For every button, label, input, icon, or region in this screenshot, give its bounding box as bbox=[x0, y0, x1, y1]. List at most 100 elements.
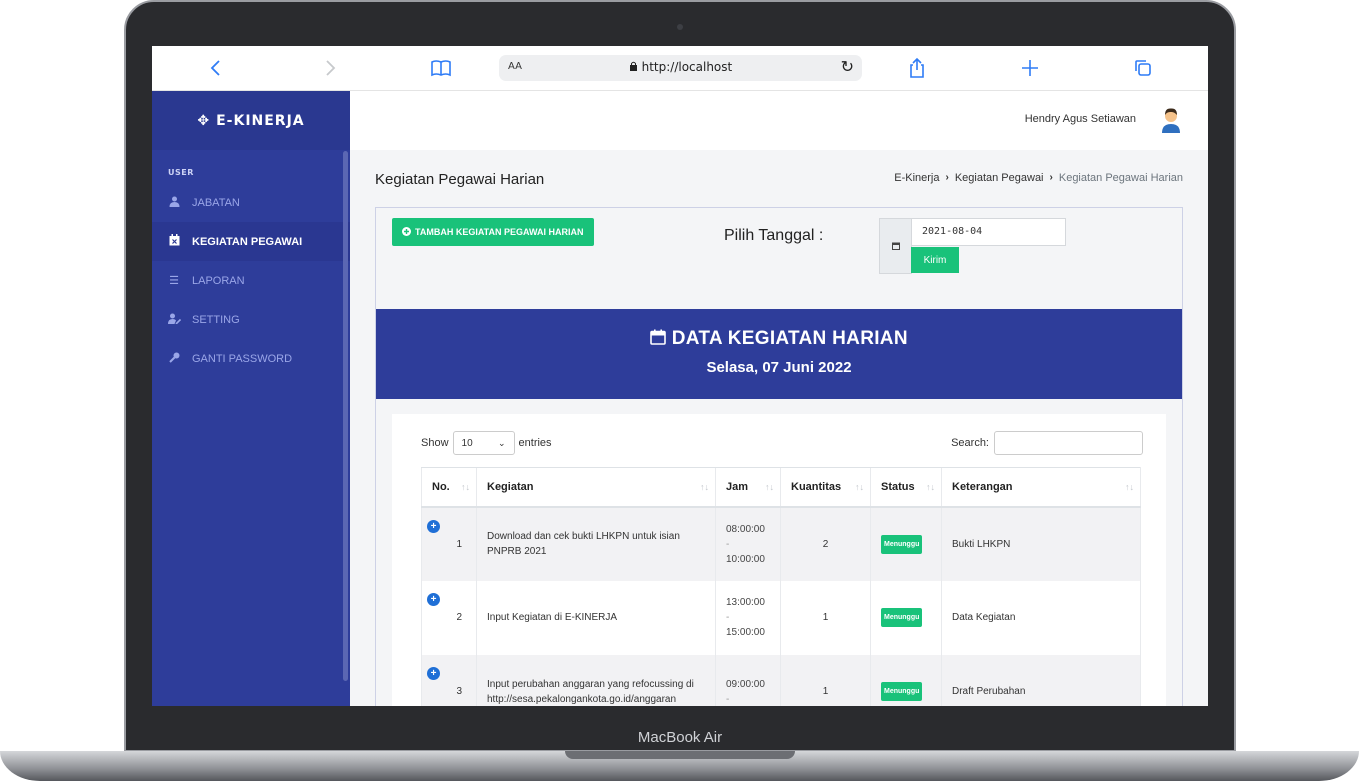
cell-keterangan: Draft Perubahan bbox=[941, 654, 1141, 706]
sidebar-item-label: KEGIATAN PEGAWAI bbox=[192, 235, 303, 248]
list-check-icon: ☰ bbox=[169, 275, 179, 287]
status-badge: Menunggu bbox=[881, 534, 923, 554]
cell-jam: 08:00:00 - 10:00:00 bbox=[715, 506, 781, 581]
sort-icon: ↑↓ bbox=[700, 482, 709, 492]
share-icon[interactable] bbox=[905, 56, 929, 80]
column-header-status[interactable]: Status ↑↓ bbox=[870, 467, 942, 508]
sort-icon: ↑↓ bbox=[855, 482, 864, 492]
column-header-kuantitas[interactable]: Kuantitas ↑↓ bbox=[780, 467, 871, 508]
table-panel: Show 10 ⌄ entries Search: No. ↑↓ Kegiatan… bbox=[392, 414, 1166, 706]
entries-select[interactable]: 10 ⌄ bbox=[452, 431, 515, 455]
sidebar-item-laporan[interactable]: ☰ LAPORAN bbox=[152, 261, 350, 300]
plus-circle-icon bbox=[402, 226, 411, 238]
activity-table: No. ↑↓ Kegiatan ↑↓ Jam ↑↓ Kuantitas ↑↓ Statu… bbox=[421, 467, 1141, 706]
sidebar-item-label: SETTING bbox=[192, 313, 240, 326]
date-picker: 2021-08-04 Kirim bbox=[879, 218, 1066, 274]
table-header-row: No. ↑↓ Kegiatan ↑↓ Jam ↑↓ Kuantitas ↑↓ Statu… bbox=[421, 467, 1141, 508]
sort-icon: ↑↓ bbox=[926, 482, 935, 492]
cell-status: Menunggu bbox=[870, 580, 942, 655]
topbar: Hendry Agus Setiawan bbox=[350, 91, 1208, 150]
cell-kuantitas: 2 bbox=[780, 506, 871, 581]
entries-length: Show 10 ⌄ entries bbox=[421, 431, 552, 455]
submit-button[interactable]: Kirim bbox=[911, 247, 959, 273]
cell-kuantitas: 1 bbox=[780, 654, 871, 706]
cell-kuantitas: 1 bbox=[780, 580, 871, 655]
table-row: + 2 Input Kegiatan di E-KINERJA 13:00:00… bbox=[421, 580, 1141, 655]
sidebar: ✥ E-KINERJA USER JABATAN KEGIATAN PEGAWA… bbox=[152, 91, 350, 706]
data-header-date: Selasa, 07 Juni 2022 bbox=[706, 359, 852, 376]
chevron-left-icon[interactable] bbox=[204, 56, 228, 80]
date-picker-label: Pilih Tanggal : bbox=[724, 227, 824, 244]
sidebar-item-jabatan[interactable]: JABATAN bbox=[152, 183, 350, 222]
status-badge: Menunggu bbox=[881, 682, 923, 701]
plus-icon[interactable] bbox=[1018, 56, 1042, 80]
user-tie-icon bbox=[168, 196, 180, 210]
cell-jam: 09:00:00 - bbox=[715, 654, 781, 706]
sort-icon: ↑↓ bbox=[1125, 482, 1134, 492]
calendar-icon bbox=[879, 218, 912, 274]
book-icon[interactable] bbox=[429, 56, 453, 80]
breadcrumb-item[interactable]: Kegiatan Pegawai bbox=[955, 172, 1044, 184]
column-header-kegiatan[interactable]: Kegiatan ↑↓ bbox=[476, 467, 716, 508]
cell-status: Menunggu bbox=[870, 654, 942, 706]
sidebar-section-label: USER bbox=[168, 168, 194, 177]
cell-no: + 1 bbox=[421, 506, 477, 581]
key-icon bbox=[168, 352, 180, 366]
date-input[interactable]: 2021-08-04 bbox=[911, 218, 1066, 246]
avatar[interactable] bbox=[1160, 107, 1182, 133]
column-header-keterangan[interactable]: Keterangan ↑↓ bbox=[941, 467, 1141, 508]
cell-no: + 2 bbox=[421, 580, 477, 655]
cell-kegiatan: Input perubahan anggaran yang refocussin… bbox=[476, 654, 716, 706]
sort-icon: ↑↓ bbox=[765, 482, 774, 492]
cell-keterangan: Data Kegiatan bbox=[941, 580, 1141, 655]
chevron-right-icon: › bbox=[945, 172, 949, 183]
calendar-x-icon bbox=[168, 234, 180, 249]
page-title: Kegiatan Pegawai Harian bbox=[375, 171, 545, 188]
cell-kegiatan: Download dan cek bukti LHKPN untuk isian… bbox=[476, 506, 716, 581]
url-text: http://localhost bbox=[499, 60, 862, 74]
sidebar-item-label: JABATAN bbox=[192, 196, 240, 209]
sidebar-item-label: LAPORAN bbox=[192, 274, 245, 287]
cell-kegiatan: Input Kegiatan di E-KINERJA bbox=[476, 580, 716, 655]
reload-icon[interactable]: ↻ bbox=[841, 57, 854, 76]
sidebar-item-kegiatan-pegawai[interactable]: KEGIATAN PEGAWAI bbox=[152, 222, 350, 261]
cell-jam: 13:00:00 - 15:00:00 bbox=[715, 580, 781, 655]
address-bar[interactable]: AA http://localhost ↻ bbox=[499, 55, 862, 81]
table-search: Search: bbox=[951, 431, 1143, 455]
expand-row-icon[interactable]: + bbox=[427, 519, 440, 533]
chevron-right-icon[interactable] bbox=[318, 56, 342, 80]
breadcrumb: E-Kinerja › Kegiatan Pegawai › Kegiatan … bbox=[894, 172, 1183, 184]
cell-keterangan: Bukti LHKPN bbox=[941, 506, 1141, 581]
device-label: MacBook Air bbox=[637, 729, 723, 746]
screen: AA http://localhost ↻ ✥ E-KINERJA USER J… bbox=[152, 46, 1208, 706]
laptop-notch bbox=[565, 751, 795, 759]
user-name[interactable]: Hendry Agus Setiawan bbox=[1025, 113, 1136, 125]
breadcrumb-current: Kegiatan Pegawai Harian bbox=[1058, 172, 1183, 184]
tabs-icon[interactable] bbox=[1131, 56, 1155, 80]
sort-icon: ↑↓ bbox=[461, 482, 470, 492]
sidebar-item-ganti-password[interactable]: GANTI PASSWORD bbox=[152, 339, 350, 378]
column-header-jam[interactable]: Jam ↑↓ bbox=[715, 467, 781, 508]
expand-row-icon[interactable]: + bbox=[427, 666, 440, 680]
search-label: Search: bbox=[951, 437, 989, 449]
search-input[interactable] bbox=[994, 431, 1143, 455]
show-label: Show bbox=[421, 437, 449, 449]
entries-value: 10 bbox=[461, 437, 473, 449]
sidebar-item-setting[interactable]: SETTING bbox=[152, 300, 350, 339]
sidebar-scrollbar[interactable] bbox=[343, 151, 348, 681]
add-activity-button[interactable]: TAMBAH KEGIATAN PEGAWAI HARIAN bbox=[392, 218, 594, 246]
entries-label: entries bbox=[518, 437, 552, 449]
add-activity-label: TAMBAH KEGIATAN PEGAWAI HARIAN bbox=[415, 227, 584, 237]
table-row: + 3 Input perubahan anggaran yang refocu… bbox=[421, 654, 1141, 706]
table-row: + 1 Download dan cek bukti LHKPN untuk i… bbox=[421, 506, 1141, 581]
brand-name: E-KINERJA bbox=[216, 112, 305, 129]
move-arrows-icon: ✥ bbox=[197, 112, 211, 129]
expand-row-icon[interactable]: + bbox=[427, 592, 440, 606]
lock-icon bbox=[629, 61, 637, 71]
status-badge: Menunggu bbox=[881, 608, 923, 627]
column-header-no[interactable]: No. ↑↓ bbox=[421, 467, 477, 508]
breadcrumb-item[interactable]: E-Kinerja bbox=[894, 172, 939, 184]
url-value: http://localhost bbox=[641, 60, 733, 74]
brand-logo[interactable]: ✥ E-KINERJA bbox=[152, 91, 350, 150]
cell-status: Menunggu bbox=[870, 506, 942, 581]
